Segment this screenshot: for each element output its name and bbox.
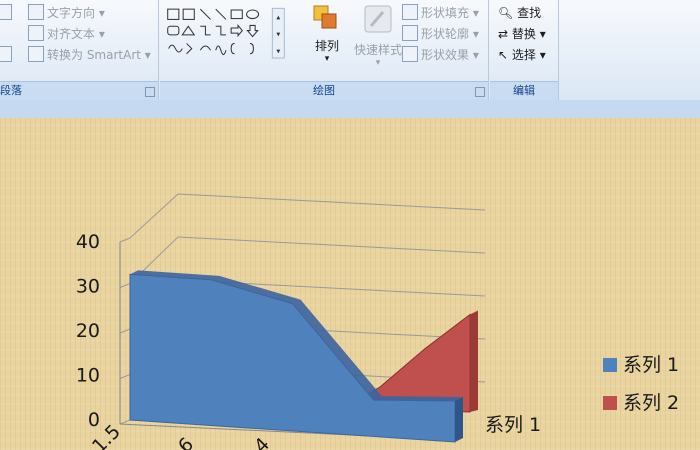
arrange-button[interactable]: 排列 ▾ — [307, 4, 347, 70]
line-shape-icon — [199, 8, 211, 20]
y-axis-labels: 0 10 20 30 40 — [76, 231, 100, 431]
shapes-gallery[interactable]: ▴ ▾ ▾ — [166, 4, 286, 64]
legend-label-series-1: 系列 1 — [623, 354, 680, 376]
slide-canvas[interactable]: 0 10 20 30 40 1.5 6 4 系列 1 系列 2 系列 1 — [0, 118, 700, 450]
shape-outline-label: 形状轮廓 — [421, 27, 470, 41]
replace-label: 替换 — [511, 27, 536, 41]
rounded-rectangle-shape-icon — [167, 25, 180, 36]
arrange-label: 排列 — [314, 39, 339, 53]
right-arrow-shape-icon — [230, 24, 243, 38]
depth-axis-label: 系列 1 — [485, 414, 542, 436]
curve-shape-icon — [215, 45, 227, 56]
legend-label-series-2: 系列 2 — [623, 392, 680, 414]
series-1-area — [129, 270, 463, 443]
x-tick-label-1: 6 — [174, 433, 198, 450]
y-tick-label-30: 30 — [76, 276, 100, 298]
ruler-strip — [0, 100, 700, 119]
arrange-icon — [313, 5, 337, 29]
align-text-button[interactable]: 对齐文本 ▾ — [28, 25, 105, 42]
y-tick-label-0: 0 — [88, 409, 100, 431]
down-arrow-shape-icon — [246, 24, 259, 38]
replace-icon: ⇄ — [498, 27, 509, 41]
svg-text:▴: ▴ — [276, 12, 280, 21]
shape-effects-label: 形状效果 — [421, 48, 470, 62]
convert-smartart-button[interactable]: 转换为 SmartArt ▾ — [28, 46, 151, 63]
smartart-icon — [28, 46, 44, 62]
vertical-text-box-shape-icon — [182, 8, 195, 20]
align-text-icon — [28, 25, 44, 41]
text-direction-button[interactable]: 文字方向 ▾ — [28, 4, 105, 21]
area-chart-3d[interactable]: 010203040 1.5 6 4 — [0, 118, 700, 450]
series-2-side-face — [470, 310, 478, 412]
editing-group: 🔍︎ 查找 ⇄ 替换 ▾ ↖ 选择 ▾ 编辑 — [490, 0, 559, 100]
drawing-group: ▴ ▾ ▾ 排列 ▾ 快速样式 ▾ 形状填充 ▾ 形状轮廓 ▾ 形状效果 ▾ 绘… — [160, 0, 489, 100]
drawing-launcher-icon[interactable] — [475, 87, 485, 97]
binoculars-icon: 🔍︎ — [498, 6, 514, 20]
pen-icon — [402, 25, 418, 41]
paragraph-group-label: 段落 — [0, 81, 158, 100]
text-box-shape-icon — [167, 8, 180, 20]
legend-item-series-2: 系列 2 — [603, 388, 679, 415]
drawing-group-label: 绘图 — [160, 81, 488, 100]
ribbon: 文字方向 ▾ 对齐文本 ▾ 转换为 SmartArt ▾ 段落 ▴ ▾ ▾ 排列… — [0, 0, 700, 101]
brace-close-shape-icon — [249, 42, 254, 55]
convert-smartart-label: 转换为 SmartArt — [47, 48, 141, 62]
triangle-shape-icon — [181, 25, 196, 36]
text-direction-icon — [28, 4, 44, 20]
quick-styles-label: 快速样式 — [353, 43, 402, 57]
list-icon[interactable] — [0, 4, 15, 20]
editing-group-label: 编辑 — [490, 81, 558, 100]
elbow-arrow-shape-icon — [215, 25, 226, 36]
gridline-4 — [119, 193, 486, 243]
paragraph-group: 文字方向 ▾ 对齐文本 ▾ 转换为 SmartArt ▾ 段落 — [0, 0, 159, 100]
shape-fill-label: 形状填充 — [421, 6, 470, 20]
paragraph-launcher-icon[interactable] — [145, 87, 155, 97]
find-label: 查找 — [517, 6, 542, 20]
y-tick-label-20: 20 — [76, 320, 100, 342]
shape-effects-icon — [402, 46, 418, 62]
paint-bucket-icon — [402, 4, 418, 20]
legend-swatch-series-2 — [603, 396, 617, 410]
quick-styles-button[interactable]: 快速样式 ▾ — [350, 4, 406, 70]
arrow-shape-icon — [215, 8, 227, 20]
lightning-shape-icon — [186, 43, 193, 55]
brace-open-shape-icon — [230, 42, 235, 55]
quick-styles-icon — [364, 5, 392, 33]
find-button[interactable]: 🔍︎ 查找 — [498, 4, 541, 21]
select-label: 选择 — [511, 48, 536, 62]
series-1-side-face — [455, 397, 463, 442]
rectangle-shape-icon — [230, 9, 243, 20]
align-text-label: 对齐文本 — [47, 27, 96, 41]
columns-icon[interactable] — [0, 46, 15, 62]
oval-shape-icon — [246, 9, 260, 20]
x-tick-label-2: 4 — [250, 433, 274, 450]
svg-text:▾: ▾ — [276, 30, 280, 39]
legend-swatch-series-1 — [603, 358, 617, 372]
legend-item-series-1: 系列 1 — [603, 350, 679, 377]
cursor-icon: ↖ — [498, 48, 509, 62]
replace-button[interactable]: ⇄ 替换 ▾ — [498, 25, 546, 42]
elbow-connector-shape-icon — [200, 25, 211, 36]
select-button[interactable]: ↖ 选择 ▾ — [498, 46, 546, 63]
y-tick-label-40: 40 — [76, 231, 100, 253]
shape-fill-button[interactable]: 形状填充 ▾ — [402, 4, 479, 21]
y-tick-label-10: 10 — [76, 365, 100, 387]
cloud-shape-icon — [168, 44, 183, 53]
shape-effects-button[interactable]: 形状效果 ▾ — [402, 46, 479, 63]
text-direction-label: 文字方向 — [47, 6, 96, 20]
svg-text:▾: ▾ — [276, 47, 280, 56]
shape-outline-button[interactable]: 形状轮廓 ▾ — [402, 25, 479, 42]
arc-shape-icon — [199, 45, 212, 51]
